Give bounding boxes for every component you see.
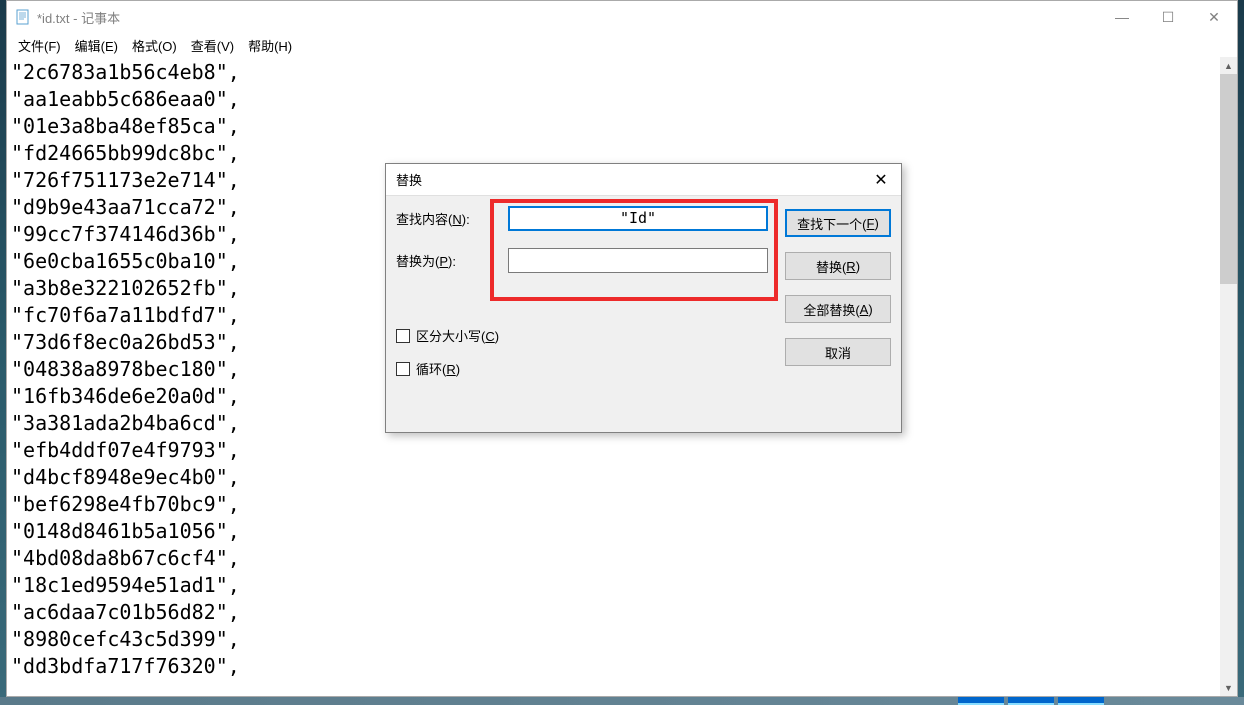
taskbar-items	[958, 697, 1104, 705]
menu-edit[interactable]: 编辑(E)	[69, 34, 124, 57]
scroll-up-arrow[interactable]: ▲	[1220, 57, 1237, 74]
replace-input[interactable]	[508, 248, 768, 273]
menubar: 文件(F) 编辑(E) 格式(O) 查看(V) 帮助(H)	[7, 33, 1237, 57]
notepad-icon	[15, 9, 31, 25]
titlebar[interactable]: *id.txt - 记事本 — ☐ ✕	[7, 1, 1237, 33]
cancel-button[interactable]: 取消	[785, 338, 891, 366]
minimize-button[interactable]: —	[1099, 1, 1145, 33]
maximize-button[interactable]: ☐	[1145, 1, 1191, 33]
replace-dialog: 替换 ✕ 查找内容(N): 替换为(P): 区分大小写(C) 循环(R)	[385, 163, 902, 433]
dialog-titlebar[interactable]: 替换 ✕	[386, 164, 901, 196]
taskbar-item[interactable]	[958, 697, 1004, 705]
wrap-label: 循环(R)	[416, 359, 460, 378]
taskbar-item[interactable]	[1008, 697, 1054, 705]
find-next-button[interactable]: 查找下一个(F)	[785, 209, 891, 237]
scroll-track[interactable]	[1220, 74, 1237, 679]
match-case-checkbox[interactable]	[396, 329, 410, 343]
scroll-down-arrow[interactable]: ▼	[1220, 679, 1237, 696]
replace-label: 替换为(P):	[396, 251, 508, 270]
find-input[interactable]	[508, 206, 768, 231]
menu-help[interactable]: 帮助(H)	[242, 34, 298, 57]
scroll-thumb[interactable]	[1220, 74, 1237, 284]
window-controls: — ☐ ✕	[1099, 1, 1237, 33]
menu-view[interactable]: 查看(V)	[185, 34, 240, 57]
replace-button[interactable]: 替换(R)	[785, 252, 891, 280]
window-title: *id.txt - 记事本	[37, 8, 1099, 27]
wrap-checkbox[interactable]	[396, 362, 410, 376]
find-label: 查找内容(N):	[396, 209, 508, 228]
vertical-scrollbar[interactable]: ▲ ▼	[1220, 57, 1237, 696]
menu-format[interactable]: 格式(O)	[126, 34, 183, 57]
dialog-title: 替换	[396, 170, 861, 189]
dialog-buttons: 查找下一个(F) 替换(R) 全部替换(A) 取消	[785, 209, 891, 366]
menu-file[interactable]: 文件(F)	[12, 34, 67, 57]
close-button[interactable]: ✕	[1191, 1, 1237, 33]
replace-all-button[interactable]: 全部替换(A)	[785, 295, 891, 323]
taskbar[interactable]	[0, 697, 1244, 705]
dialog-body: 查找内容(N): 替换为(P): 区分大小写(C) 循环(R) 查找下一个(F)	[386, 196, 901, 432]
match-case-label: 区分大小写(C)	[416, 326, 499, 345]
dialog-close-button[interactable]: ✕	[861, 164, 901, 196]
taskbar-item[interactable]	[1058, 697, 1104, 705]
